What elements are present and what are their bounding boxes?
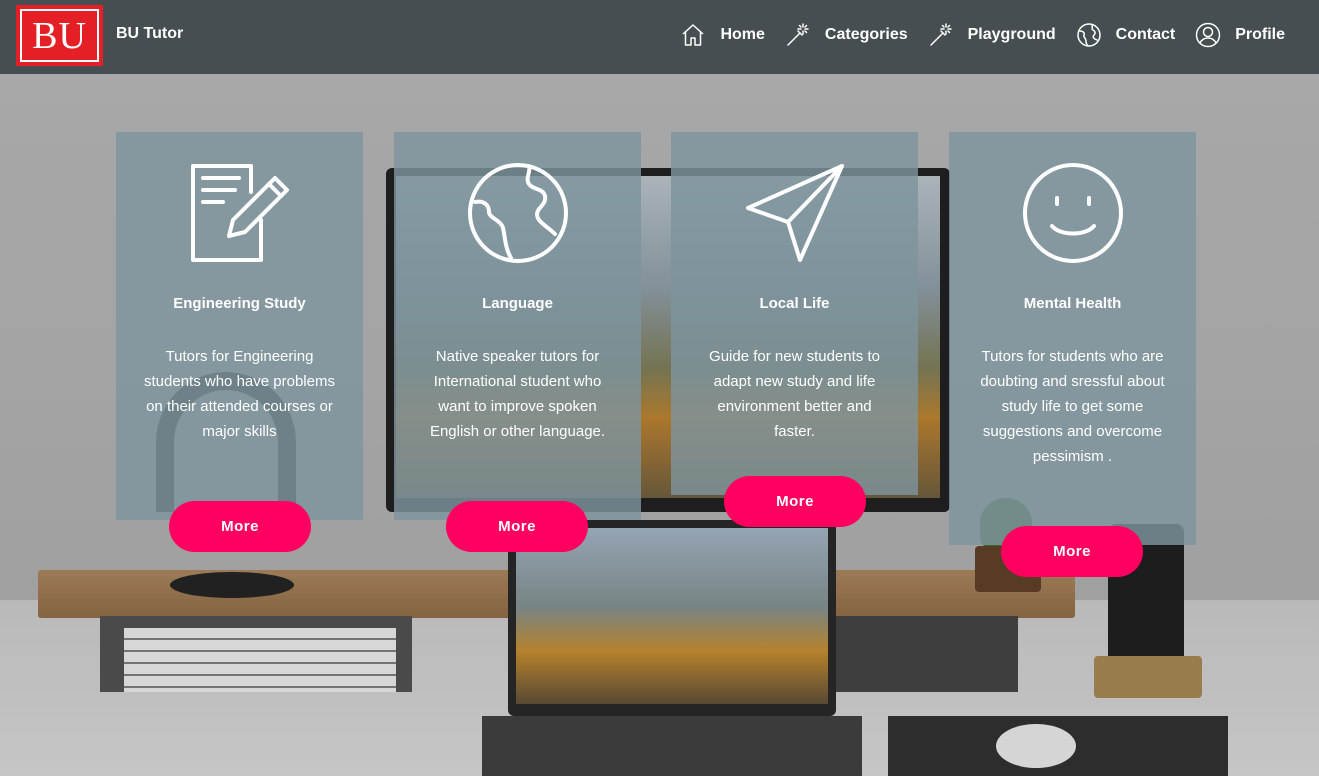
card-title: Mental Health: [1023, 295, 1122, 312]
nav-home[interactable]: Home: [680, 22, 765, 48]
nav-profile-label: Profile: [1235, 26, 1285, 43]
card-local-life: Local Life Guide for new students to ada…: [671, 132, 918, 495]
nav-categories[interactable]: Categories: [785, 22, 908, 48]
nav-home-label: Home: [720, 26, 765, 43]
main-nav: Home Categories Playground Contact Profi…: [660, 18, 1285, 52]
more-button-local-life[interactable]: More: [724, 476, 866, 527]
more-button-language[interactable]: More: [446, 501, 588, 552]
card-title: Local Life: [759, 295, 830, 312]
magic-wand-icon: [785, 22, 811, 48]
globe-icon: [467, 162, 569, 264]
card-description: Guide for new students to adapt new stud…: [709, 348, 880, 440]
card-title: Language: [482, 295, 553, 312]
user-circle-icon: [1195, 22, 1221, 48]
card-description: Tutors for students who are doubting and…: [980, 348, 1165, 465]
logo-text: BU: [32, 14, 87, 57]
bu-logo[interactable]: BU: [16, 5, 103, 66]
card-title: Engineering Study: [173, 295, 306, 312]
card-language: Language Native speaker tutors for Inter…: [394, 132, 641, 520]
brand-name[interactable]: BU Tutor: [116, 25, 183, 43]
document-edit-icon: [189, 162, 291, 264]
globe-icon: [1076, 22, 1102, 48]
card-mental-health: Mental Health Tutors for students who ar…: [949, 132, 1196, 545]
nav-contact-label: Contact: [1115, 26, 1176, 43]
top-navbar: BU BU Tutor Home Categories Playground C…: [0, 0, 1319, 74]
magic-wand-icon: [928, 22, 954, 48]
nav-contact[interactable]: Contact: [1076, 22, 1176, 48]
nav-playground[interactable]: Playground: [928, 22, 1056, 48]
home-icon: [680, 22, 706, 48]
nav-categories-label: Categories: [824, 26, 908, 43]
card-description: Native speaker tutors for International …: [429, 348, 606, 440]
nav-profile[interactable]: Profile: [1195, 22, 1285, 48]
more-button-mental-health[interactable]: More: [1001, 526, 1143, 577]
nav-playground-label: Playground: [967, 26, 1056, 43]
paper-plane-icon: [744, 162, 846, 264]
smiley-icon: [1022, 162, 1124, 264]
card-engineering-study: Engineering Study Tutors for Engineering…: [116, 132, 363, 520]
more-button-engineering[interactable]: More: [169, 501, 311, 552]
card-description: Tutors for Engineering students who have…: [144, 348, 335, 440]
